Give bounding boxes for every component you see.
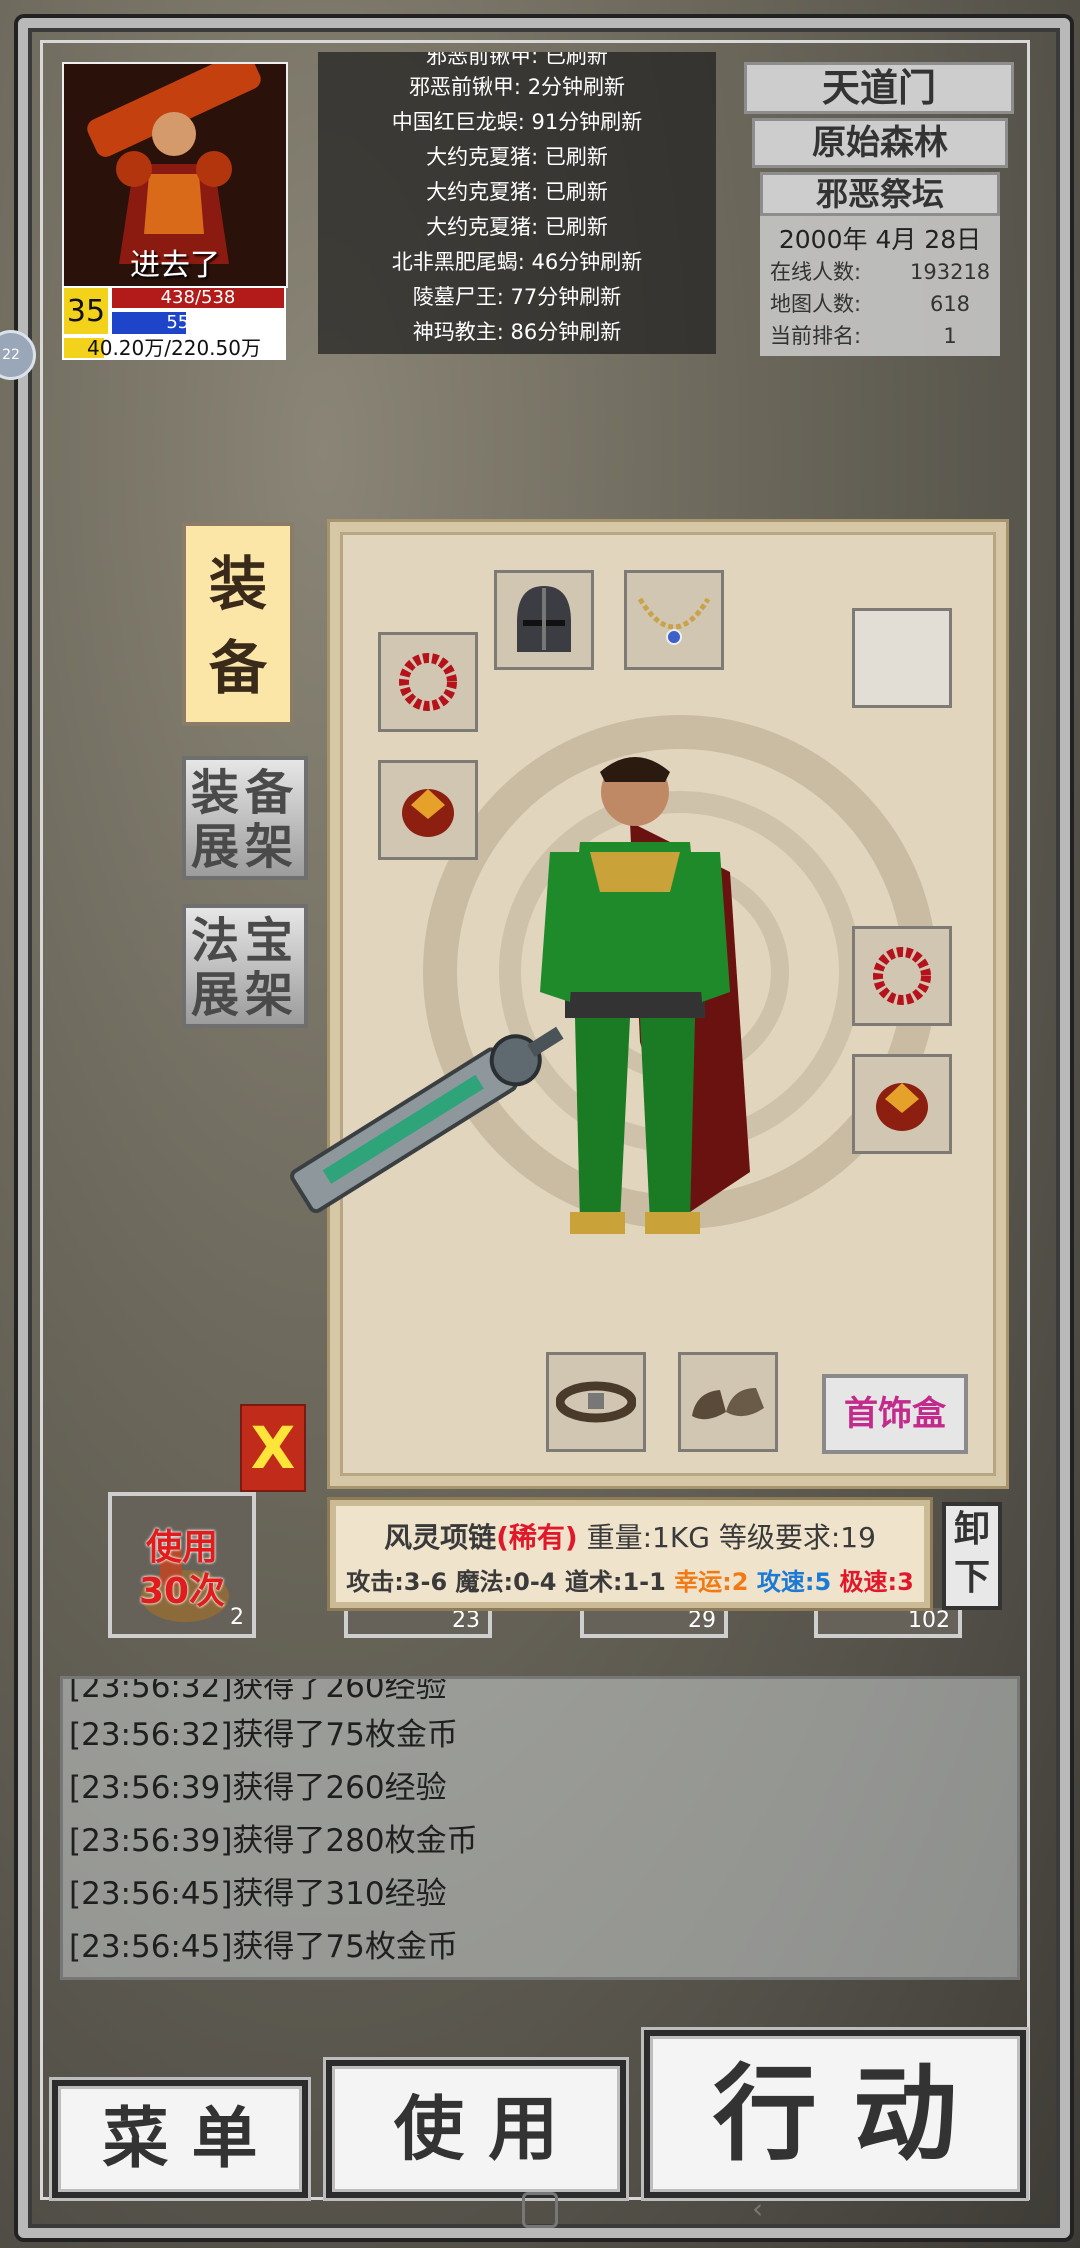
message-log[interactable]: [23:56:32]获得了260经验 [23:56:32]获得了75枚金币 [2… xyxy=(60,1676,1020,1980)
rank-row: 当前排名: 1 xyxy=(760,320,1000,352)
log-line: [23:56:39]获得了280枚金币 xyxy=(69,1823,478,1859)
necklace-icon xyxy=(637,597,711,645)
great-sword-icon xyxy=(290,1026,564,1214)
slot-helmet[interactable] xyxy=(494,570,594,670)
system-nav-bar: ‹ xyxy=(0,2180,1080,2248)
boss-timer-line: 大约克夏猪: 已刷新 xyxy=(426,215,608,239)
rank-label: 当前排名: xyxy=(770,324,862,348)
boss-timer-line: 中国红巨龙蜈: 91分钟刷新 xyxy=(391,110,643,134)
boss-timer-line: 邪恶前锹甲: 2分钟刷新 xyxy=(408,75,626,99)
rack-label-line1: 装备 xyxy=(190,765,299,821)
equipment-panel: 首饰盒 xyxy=(290,522,1006,1486)
use-button[interactable]: 使 用 xyxy=(326,2060,626,2198)
slot-belt[interactable] xyxy=(546,1352,646,1452)
equip-tab-char2: 备 xyxy=(208,634,267,702)
item-rarity: (稀有) xyxy=(496,1521,578,1554)
equip-tab-char1: 装 xyxy=(208,550,267,618)
boots-icon xyxy=(692,1388,764,1420)
online-label: 在线人数: xyxy=(770,260,862,284)
equipment-rack-button[interactable]: 装备 展架 xyxy=(182,756,308,880)
player-name: 进去了 xyxy=(130,248,220,283)
rack-label-line2: 展架 xyxy=(190,819,299,875)
close-button[interactable]: X xyxy=(240,1404,306,1492)
boss-timer-line: 大约克夏猪: 已刷新 xyxy=(426,145,608,169)
log-line: [23:56:32]获得了75枚金币 xyxy=(69,1717,458,1753)
unequip-char2: 下 xyxy=(953,1557,990,1598)
boss-timer-line: 大约克夏猪: 已刷新 xyxy=(426,180,608,204)
belt-icon xyxy=(556,1381,636,1423)
action-button[interactable]: 行 动 xyxy=(644,2030,1026,2198)
quick-slot-4[interactable]: 102 xyxy=(814,1608,962,1638)
player-level: 35 xyxy=(62,286,110,336)
online-count-row: 在线人数: 193218 xyxy=(760,256,1000,288)
slot-boots[interactable] xyxy=(678,1352,778,1452)
slot-ring-right[interactable] xyxy=(852,1054,952,1154)
map-count-row: 地图人数: 618 xyxy=(760,288,1000,320)
helmet-icon xyxy=(517,586,571,652)
quick-slot-3[interactable]: 29 xyxy=(580,1608,728,1638)
back-nav-icon[interactable]: ‹ xyxy=(752,2192,763,2225)
jewelry-box-button[interactable]: 首饰盒 xyxy=(822,1374,968,1454)
log-line: [23:56:45]获得了75枚金币 xyxy=(69,1929,458,1965)
stat-luck: 幸运:2 xyxy=(674,1568,749,1596)
player-status-card: 进去了 35 438/538 55/127 40.20万/220.50万 xyxy=(62,62,288,360)
tooltip-header: 风灵项链(稀有) 重量:1KG 等级要求:19 xyxy=(336,1516,924,1556)
boss-timer-line: 陵墓尸王: 77分钟刷新 xyxy=(412,285,622,309)
map-count-label: 地图人数: xyxy=(770,292,862,316)
map-button-altar[interactable]: 邪恶祭坛 xyxy=(760,172,1000,216)
treasure-label-line1: 法宝 xyxy=(190,913,299,969)
stat-magic: 魔法:0-4 xyxy=(455,1568,557,1596)
boss-timer-line: 神玛教主: 86分钟刷新 xyxy=(412,320,622,344)
bead-bracelet-icon xyxy=(873,947,931,1005)
quick-item-potion[interactable]: 使用 30次 2 xyxy=(108,1492,256,1638)
rank-value: 1 xyxy=(943,324,957,348)
player-portrait[interactable]: 进去了 xyxy=(62,62,288,288)
exp-bar: 40.20万/220.50万 xyxy=(62,336,286,360)
log-line: [23:56:45]获得了310经验 xyxy=(69,1876,447,1912)
mp-bar: 55/127 xyxy=(110,310,286,336)
slot-necklace[interactable] xyxy=(624,570,724,670)
dragon-ring-icon xyxy=(876,1083,928,1131)
tooltip-stats: 攻击:3-6 魔法:0-4 道术:1-1 幸运:2 攻速:5 极速:3 xyxy=(336,1562,924,1597)
boss-timer-line: 北非黑肥尾蝎: 46分钟刷新 xyxy=(391,250,643,274)
log-line: [23:56:32]获得了260经验 xyxy=(69,1679,447,1705)
map-count-value: 618 xyxy=(929,292,971,316)
stat-tao: 道术:1-1 xyxy=(564,1568,666,1596)
slot-empty-medal[interactable] xyxy=(852,608,952,708)
stat-attack-speed: 攻速:5 xyxy=(756,1568,832,1596)
hp-bar: 438/538 xyxy=(110,286,286,310)
game-date: 2000年 4月 28日 xyxy=(778,225,982,254)
stat-attack: 攻击:3-6 xyxy=(346,1568,448,1596)
tab-equipment[interactable]: 装 备 xyxy=(182,522,294,726)
quick-slot-2[interactable]: 23 xyxy=(344,1608,492,1638)
home-nav-icon[interactable] xyxy=(522,2192,558,2228)
stat-extreme-speed: 极速:3 xyxy=(839,1568,914,1596)
hp-text: 438/538 xyxy=(160,287,236,308)
slot-bracelet-right[interactable] xyxy=(852,926,952,1026)
unequip-button[interactable]: 卸 下 xyxy=(942,1502,1002,1610)
boss-timer-line: 邪恶前锹甲: 已刷新 xyxy=(426,52,608,68)
item-name: 风灵项链 xyxy=(384,1521,497,1554)
item-quantity: 2 xyxy=(230,1605,244,1630)
slot-bracelet-left[interactable] xyxy=(378,632,478,732)
server-info-box: 2000年 4月 28日 在线人数: 193218 地图人数: 618 当前排名… xyxy=(760,216,1000,356)
bead-bracelet-icon xyxy=(399,653,457,711)
boss-refresh-panel: 邪恶前锹甲: 已刷新 邪恶前锹甲: 2分钟刷新 中国红巨龙蜈: 91分钟刷新 大… xyxy=(318,52,716,354)
log-line: [23:56:39]获得了260经验 xyxy=(69,1770,447,1806)
map-button-forest[interactable]: 原始森林 xyxy=(752,118,1008,168)
unequip-char1: 卸 xyxy=(953,1509,990,1550)
mp-text: 55/127 xyxy=(166,312,230,333)
online-value: 193218 xyxy=(910,260,991,284)
item-tooltip: 风灵项链(稀有) 重量:1KG 等级要求:19 攻击:3-6 魔法:0-4 道术… xyxy=(330,1500,930,1608)
map-button-tiandaomen[interactable]: 天道门 xyxy=(744,62,1014,114)
exp-text: 40.20万/220.50万 xyxy=(87,336,261,360)
item-weight-req: 重量:1KG 等级要求:19 xyxy=(586,1521,876,1554)
